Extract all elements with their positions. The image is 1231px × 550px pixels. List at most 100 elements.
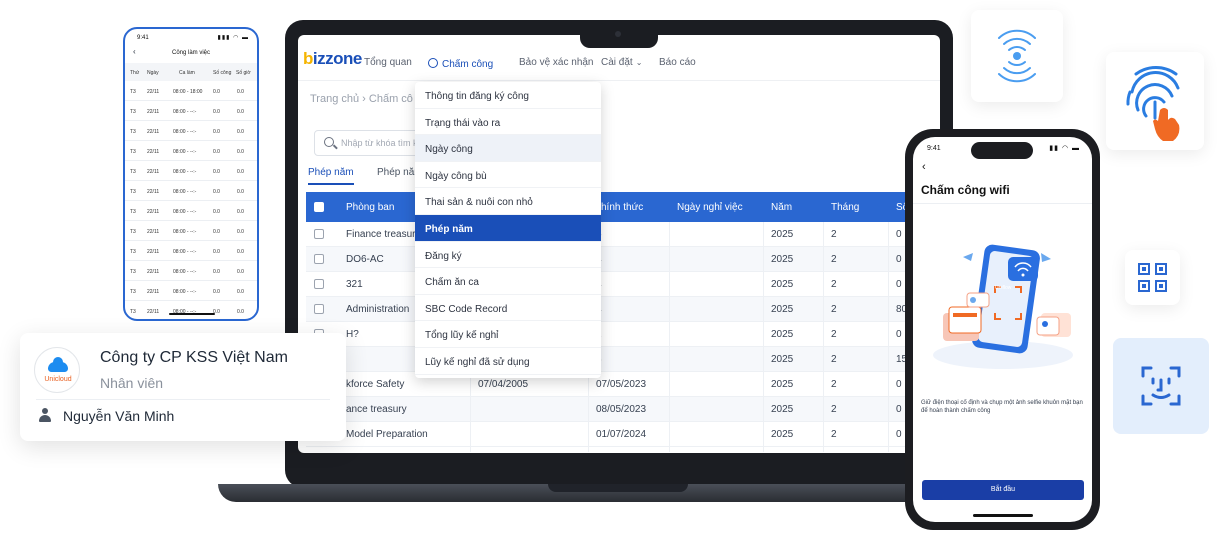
table-cell: 2 bbox=[831, 404, 837, 415]
list-item[interactable]: T3 22/11 08:00 - --:- 0.0 0.0 bbox=[125, 261, 257, 281]
table-row[interactable]: Administration42025280 bbox=[306, 297, 940, 322]
row-checkbox[interactable] bbox=[314, 304, 324, 314]
table-cell: 08:00 - --:- bbox=[173, 149, 197, 155]
table-cell: 0.0 bbox=[213, 249, 220, 255]
dropdown-item[interactable]: Phép năm bbox=[415, 215, 601, 242]
nav-bao-cao[interactable]: Báo cáo bbox=[659, 57, 696, 68]
status-time: 9:41 bbox=[927, 145, 941, 152]
nav-tong-quan[interactable]: Tổng quan bbox=[364, 57, 412, 68]
phone-screen: 9:41 ▮▮ ◠ ▬ ‹ Chấm công wifi Uniflow Giữ… bbox=[913, 137, 1092, 522]
table-cell: T3 bbox=[130, 189, 136, 195]
table-row[interactable]: 3214202520 bbox=[306, 272, 940, 297]
row-checkbox[interactable] bbox=[314, 279, 324, 289]
list-item[interactable]: T3 22/11 08:00 - --:- 0.0 0.0 bbox=[125, 121, 257, 141]
company-logo: Unicloud bbox=[34, 347, 80, 393]
user-icon bbox=[39, 408, 51, 422]
dropdown-item[interactable]: Chấm ăn ca bbox=[415, 268, 601, 295]
nav-bao-ve-xac-nhan[interactable]: Bảo vệ xác nhận bbox=[519, 57, 594, 68]
table-cell: 2 bbox=[831, 229, 837, 240]
table-cell: 0.0 bbox=[237, 309, 244, 315]
table-cell: 0.0 bbox=[237, 289, 244, 295]
wifi-icon bbox=[998, 29, 1036, 83]
table-cell: 0 bbox=[896, 279, 902, 290]
table-row[interactable]: 32025215 bbox=[306, 347, 940, 372]
column-header[interactable]: Tháng bbox=[831, 202, 859, 213]
table-cell: 08:00 - --:- bbox=[173, 249, 197, 255]
start-button[interactable]: Bắt đầu bbox=[922, 480, 1084, 500]
table-cell: 0 bbox=[896, 379, 902, 390]
table-cell: 22/11 bbox=[147, 289, 160, 295]
table-cell: 0.0 bbox=[237, 169, 244, 175]
chevron-down-icon: ⌄ bbox=[635, 58, 643, 67]
cloud-icon bbox=[48, 357, 68, 372]
app-logo[interactable]: bizzone bbox=[303, 49, 362, 69]
table-cell: 08:00 - --:- bbox=[173, 169, 197, 175]
column-header[interactable]: Phòng ban bbox=[346, 202, 394, 213]
table-cell: 22/11 bbox=[147, 249, 160, 255]
dropdown-item[interactable]: Lũy kế nghỉ đã sử dụng bbox=[415, 348, 601, 375]
nav-cai-dat[interactable]: Cài đặt ⌄ bbox=[601, 57, 642, 68]
table-row[interactable]: DO6-AC4202520 bbox=[306, 247, 940, 272]
table-row[interactable]: ance treasury 08/05/2023 2025 2 0 bbox=[306, 397, 940, 422]
table-cell: 0 bbox=[896, 329, 902, 340]
select-all-checkbox[interactable] bbox=[314, 202, 324, 212]
table-cell: 08:00 - --:- bbox=[173, 189, 197, 195]
list-item[interactable]: T3 22/11 08:00 - --:- 0.0 0.0 bbox=[125, 201, 257, 221]
dropdown-item[interactable]: Thai sản & nuôi con nhỏ bbox=[415, 188, 601, 215]
tab-phep-nam[interactable]: Phép năm bbox=[308, 167, 354, 185]
table-cell: 22/11 bbox=[147, 109, 160, 115]
user-role: Nhân viên bbox=[100, 375, 164, 391]
table-cell: Administration bbox=[346, 304, 410, 315]
dropdown-item[interactable]: Đăng ký bbox=[415, 242, 601, 269]
table-cell: 2025 bbox=[771, 329, 794, 340]
column-header[interactable]: chính thức bbox=[596, 202, 643, 213]
row-checkbox[interactable] bbox=[314, 229, 324, 239]
dropdown-item[interactable]: Tổng lũy kế nghỉ bbox=[415, 321, 601, 348]
table-cell: T3 bbox=[130, 149, 136, 155]
column-header[interactable]: Năm bbox=[771, 202, 792, 213]
list-item[interactable]: T3 22/11 08:00 - --:- 0.0 0.0 bbox=[125, 221, 257, 241]
laptop-base-notch bbox=[548, 484, 688, 492]
row-checkbox[interactable] bbox=[314, 254, 324, 264]
list-item[interactable]: T3 22/11 08:00 - --:- 0.0 0.0 bbox=[125, 241, 257, 261]
table-cell: 2 bbox=[831, 379, 837, 390]
dynamic-island bbox=[971, 142, 1033, 159]
back-icon[interactable]: ‹ bbox=[922, 161, 926, 173]
table-cell: 01/07/2024 bbox=[596, 429, 647, 440]
table-cell: T3 bbox=[130, 209, 136, 215]
list-item[interactable]: T3 22/11 08:00 - --:- 0.0 0.0 bbox=[125, 101, 257, 121]
list-item[interactable]: T3 22/11 08:00 - --:- 0.0 0.0 bbox=[125, 161, 257, 181]
table-cell: 0.0 bbox=[213, 149, 220, 155]
table-row[interactable]: H?2202520 bbox=[306, 322, 940, 347]
dropdown-item[interactable]: Trạng thái vào ra bbox=[415, 109, 601, 136]
signal-battery-icon: ▮▮ ◠ ▬ bbox=[1049, 145, 1080, 152]
table-cell: 08/05/2023 bbox=[596, 404, 647, 415]
nav-cham-cong[interactable]: Chấm công bbox=[428, 57, 493, 70]
marketing-scene: bizzone Tổng quan Chấm công Bảo vệ xác n… bbox=[0, 0, 1231, 550]
breadcrumb: Trang chủ › Chấm cô bbox=[310, 93, 413, 105]
fingerprint-icon bbox=[1126, 66, 1180, 141]
wifi-checkin-illustration: Uniflow bbox=[933, 244, 1073, 369]
table-cell: 07/04/2005 bbox=[478, 379, 529, 390]
table-cell: 22/11 bbox=[147, 309, 160, 315]
column-header[interactable]: Ngày nghỉ việc bbox=[677, 202, 743, 213]
cham-cong-dropdown-menu: Thông tin đăng ký công Trạng thái vào ra N… bbox=[415, 82, 601, 378]
column-header: Số công bbox=[213, 70, 232, 76]
table-row[interactable]: Model Preparation 01/07/2024 2025 2 0 bbox=[306, 422, 940, 447]
table-cell: 0.0 bbox=[213, 89, 220, 95]
dropdown-item[interactable]: Ngày công bù bbox=[415, 162, 601, 189]
home-indicator bbox=[169, 313, 215, 315]
list-item[interactable]: T3 22/11 08:00 - --:- 0.0 0.0 bbox=[125, 301, 257, 319]
table-cell: 08:00 - --:- bbox=[173, 229, 197, 235]
list-item[interactable]: T3 22/11 08:00 - --:- 0.0 0.0 bbox=[125, 181, 257, 201]
table-row[interactable]: Finance treasury5202520 bbox=[306, 222, 940, 247]
dropdown-item[interactable]: Thông tin đăng ký công bbox=[415, 82, 601, 109]
dropdown-item[interactable]: Ngày công bbox=[415, 135, 601, 162]
status-time: 9:41 bbox=[137, 35, 149, 41]
dropdown-item[interactable]: SBC Code Record bbox=[415, 295, 601, 322]
list-item[interactable]: T3 22/11 08:00 - 18:00 0.0 0.0 bbox=[125, 81, 257, 101]
table-row[interactable]: kforce Safety 07/04/2005 07/05/2023 2025 2 0 bbox=[306, 372, 940, 397]
list-item[interactable]: T3 22/11 08:00 - --:- 0.0 0.0 bbox=[125, 141, 257, 161]
instruction-text: Giữ điện thoại cố định và chụp một ảnh s… bbox=[921, 400, 1083, 414]
list-item[interactable]: T3 22/11 08:00 - --:- 0.0 0.0 bbox=[125, 281, 257, 301]
